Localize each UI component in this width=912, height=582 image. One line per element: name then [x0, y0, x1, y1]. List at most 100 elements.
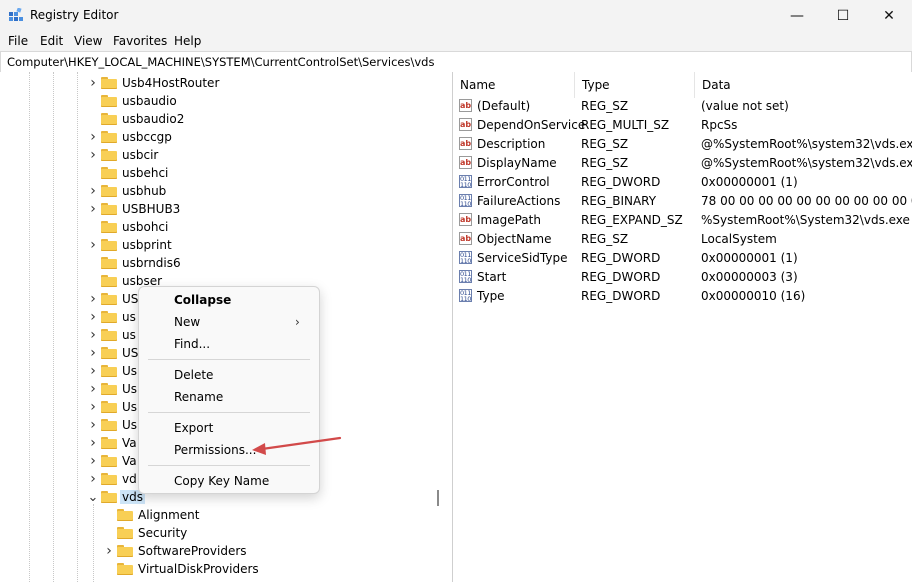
chevron-right-icon[interactable]: › — [85, 398, 101, 416]
chevron-right-icon[interactable]: › — [85, 74, 101, 92]
tree-item-label: usbhub — [122, 184, 167, 198]
tree-item-label: USBHUB3 — [122, 202, 181, 216]
column-header-type[interactable]: Type — [575, 72, 695, 98]
menu-edit[interactable]: Edit — [40, 34, 63, 48]
value-type: REG_SZ — [581, 156, 629, 170]
context-menu-label: Export — [174, 421, 214, 435]
tree-item[interactable]: usbohci — [85, 218, 168, 236]
context-menu-delete[interactable]: Delete — [139, 364, 319, 386]
chevron-right-icon[interactable]: › — [85, 362, 101, 380]
column-header-data[interactable]: Data — [695, 72, 912, 98]
tree-item[interactable]: › us — [85, 308, 136, 326]
context-menu-collapse[interactable]: Collapse — [139, 289, 319, 311]
folder-icon — [101, 419, 117, 431]
tree-item[interactable]: › Va — [85, 452, 136, 470]
tree-item[interactable]: usbaudio — [85, 92, 177, 110]
value-row[interactable]: 011 110 FailureActions REG_BINARY 78 00 00 0… — [453, 192, 912, 211]
context-menu-label: Collapse — [174, 293, 232, 307]
value-row[interactable]: 011 110 Type REG_DWORD 0x00000010 (16) — [453, 287, 912, 306]
tree-item[interactable]: › Va — [85, 434, 136, 452]
menu-favorites[interactable]: Favorites — [113, 34, 167, 48]
tree-item[interactable]: › USBHUB3 — [85, 200, 180, 218]
chevron-right-icon[interactable]: › — [85, 380, 101, 398]
chevron-right-icon[interactable]: › — [85, 416, 101, 434]
tree-item[interactable]: › Usb4HostRouter — [85, 74, 219, 92]
chevron-right-icon[interactable]: › — [85, 452, 101, 470]
column-header-name[interactable]: Name — [453, 72, 575, 98]
chevron-right-icon[interactable]: › — [85, 326, 101, 344]
value-row[interactable]: ab (Default) REG_SZ (value not set) — [453, 97, 912, 116]
value-row[interactable]: 011 110 ServiceSidType REG_DWORD 0x00000001 … — [453, 249, 912, 268]
tree-item-label: Alignment — [138, 508, 200, 522]
menu-separator — [148, 359, 310, 360]
tree-item[interactable]: › US — [85, 290, 138, 308]
value-type: REG_MULTI_SZ — [581, 118, 670, 132]
tree-item[interactable]: › Us — [85, 416, 137, 434]
minimize-icon: — — [790, 7, 804, 24]
chevron-right-icon[interactable]: › — [85, 434, 101, 452]
tree-item[interactable]: › us — [85, 326, 136, 344]
close-button[interactable]: ✕ — [866, 0, 912, 31]
tree-item[interactable]: › Us — [85, 362, 137, 380]
tree-item[interactable]: › Us — [85, 380, 137, 398]
tree-item[interactable]: ⌄ vds — [85, 488, 145, 506]
context-menu-permissions[interactable]: Permissions... — [139, 439, 319, 461]
string-value-icon: ab — [459, 232, 472, 245]
tree-item-label: Security — [138, 526, 188, 540]
minimize-button[interactable]: — — [774, 0, 820, 31]
values-list-pane[interactable]: Name Type Data ab (Default) REG_SZ (value n… — [452, 72, 912, 582]
value-row[interactable]: ab ObjectName REG_SZ LocalSystem — [453, 230, 912, 249]
chevron-right-icon[interactable]: › — [85, 200, 101, 218]
tree-item[interactable]: usbrndis6 — [85, 254, 181, 272]
context-menu-export[interactable]: Export — [139, 417, 319, 439]
no-expander — [85, 272, 101, 290]
tree-child-item[interactable]: › SoftwareProviders — [101, 542, 246, 560]
context-menu-copy-key-name[interactable]: Copy Key Name — [139, 470, 319, 492]
maximize-icon: ☐ — [836, 7, 850, 24]
chevron-right-icon[interactable]: › — [85, 236, 101, 254]
menu-file[interactable]: File — [8, 34, 28, 48]
tree-child-item[interactable]: VirtualDiskProviders — [101, 560, 259, 578]
chevron-down-icon[interactable]: ⌄ — [85, 488, 101, 506]
value-row[interactable]: 011 110 Start REG_DWORD 0x00000003 (3) — [453, 268, 912, 287]
value-name: DependOnService — [477, 118, 586, 132]
value-row[interactable]: ab DependOnService REG_MULTI_SZ RpcSs — [453, 116, 912, 135]
tree-child-item[interactable]: Security — [101, 524, 187, 542]
context-menu-rename[interactable]: Rename — [139, 386, 319, 408]
tree-item[interactable]: › Us — [85, 398, 137, 416]
chevron-right-icon[interactable]: › — [85, 146, 101, 164]
address-bar[interactable]: Computer\HKEY_LOCAL_MACHINE\SYSTEM\Curre… — [0, 51, 912, 73]
tree-item[interactable]: › usbccgp — [85, 128, 172, 146]
maximize-button[interactable]: ☐ — [820, 0, 866, 31]
tree-item[interactable]: usbaudio2 — [85, 110, 184, 128]
tree-item[interactable]: › US — [85, 344, 138, 362]
tree-item[interactable]: › usbcir — [85, 146, 158, 164]
chevron-right-icon[interactable]: › — [85, 182, 101, 200]
chevron-right-icon[interactable]: › — [85, 128, 101, 146]
menu-view[interactable]: View — [74, 34, 102, 48]
tree-item[interactable]: › usbprint — [85, 236, 171, 254]
chevron-right-icon[interactable]: › — [101, 542, 117, 560]
value-data: LocalSystem — [701, 232, 777, 246]
tree-item[interactable]: › usbhub — [85, 182, 166, 200]
tree-child-item[interactable]: Alignment — [101, 506, 199, 524]
tree-scrollbar-thumb[interactable] — [437, 490, 439, 506]
value-row[interactable]: ab ImagePath REG_EXPAND_SZ %SystemRoot%\Sys… — [453, 211, 912, 230]
folder-icon — [117, 545, 133, 557]
chevron-right-icon[interactable]: › — [85, 470, 101, 488]
value-data: %SystemRoot%\System32\vds.exe — [701, 213, 910, 227]
menu-help[interactable]: Help — [174, 34, 201, 48]
context-menu-find[interactable]: Find... — [139, 333, 319, 355]
chevron-right-icon[interactable]: › — [85, 290, 101, 308]
string-value-icon: ab — [459, 156, 472, 169]
tree-item-label: usbohci — [122, 220, 169, 234]
chevron-right-icon[interactable]: › — [85, 308, 101, 326]
tree-item[interactable]: usbehci — [85, 164, 168, 182]
tree-item[interactable]: › vd — [85, 470, 137, 488]
value-row[interactable]: 011 110 ErrorControl REG_DWORD 0x00000001 (1… — [453, 173, 912, 192]
value-row[interactable]: ab DisplayName REG_SZ @%SystemRoot%\system3… — [453, 154, 912, 173]
value-row[interactable]: ab Description REG_SZ @%SystemRoot%\system3… — [453, 135, 912, 154]
value-type: REG_SZ — [581, 99, 629, 113]
chevron-right-icon[interactable]: › — [85, 344, 101, 362]
context-menu-new[interactable]: New › — [139, 311, 319, 333]
